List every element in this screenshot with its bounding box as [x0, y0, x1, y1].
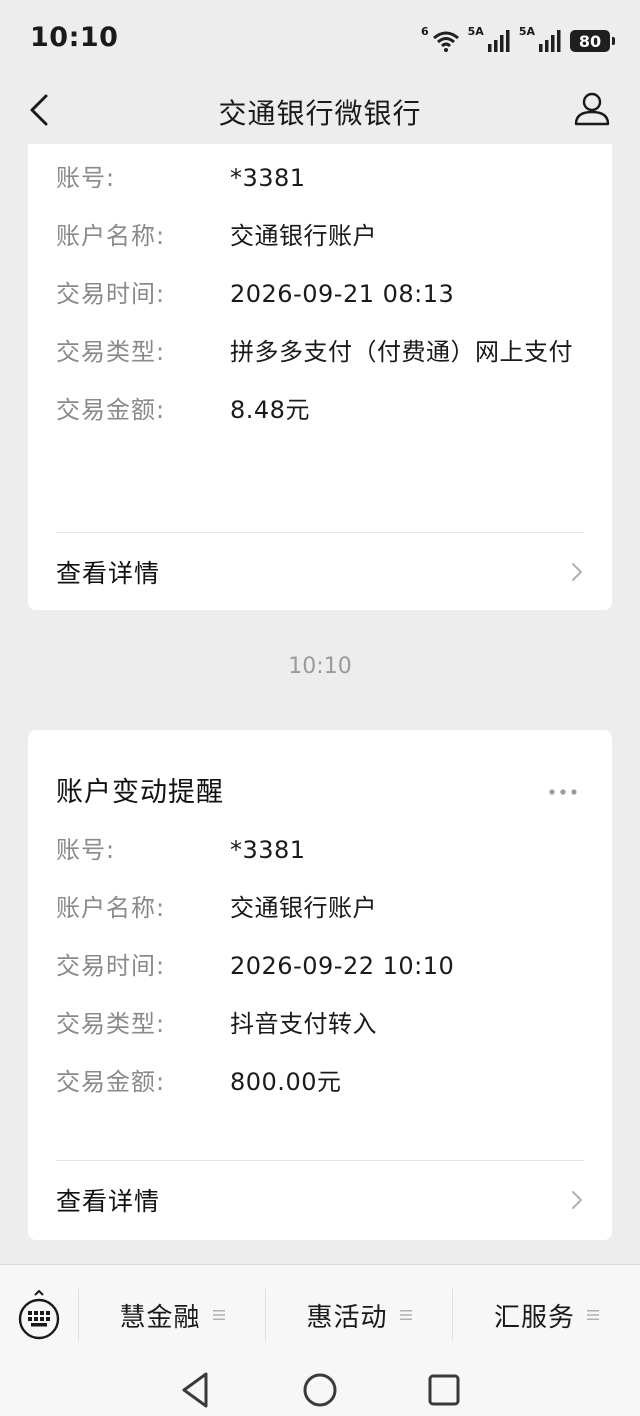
hamburger-icon: [587, 1310, 599, 1320]
info-row: 交易金额: 800.00元: [56, 1066, 584, 1098]
row-label: 交易类型:: [56, 338, 166, 366]
row-value: *3381: [230, 164, 306, 192]
status-time: 10:10: [30, 22, 119, 53]
row-value: 拼多多支付（付费通）网上支付: [230, 338, 573, 366]
nav-home-icon[interactable]: [300, 1370, 340, 1410]
nav-bar: 交通银行微银行: [0, 78, 640, 144]
wifi-label: 6: [421, 25, 429, 38]
info-row: 交易类型: 拼多多支付（付费通）网上支付: [56, 336, 584, 368]
signal1-label: 5A: [467, 25, 484, 38]
row-value: 2026-09-21 08:13: [230, 280, 455, 308]
row-label: 账号:: [56, 836, 116, 864]
row-value: 800.00元: [230, 1068, 342, 1096]
view-details-button[interactable]: 查看详情: [28, 533, 612, 611]
row-value: 抖音支付转入: [230, 1010, 377, 1038]
notification-card: 账号: *3381 账户名称: 交通银行账户 交易时间: 2026-09-21 …: [28, 144, 612, 610]
row-label: 账户名称:: [56, 222, 166, 250]
notification-card: 账户变动提醒 账号: *3381 账户名称: 交通银行账户 交易时间: 2026…: [28, 730, 612, 1240]
menu-item-label: 慧金融: [119, 1302, 201, 1333]
signal-icon: [487, 30, 510, 52]
info-row: 账户名称: 交通银行账户: [56, 892, 584, 924]
menu-item-activities[interactable]: 惠活动: [265, 1289, 452, 1341]
view-details-label: 查看详情: [56, 1187, 161, 1216]
info-row: 账号: *3381: [56, 834, 584, 866]
wifi-icon: [432, 31, 459, 52]
signal2-label: 5A: [518, 25, 535, 38]
card-rows: 账号: *3381 账户名称: 交通银行账户 交易时间: 2026-09-21 …: [56, 162, 584, 452]
keyboard-icon[interactable]: [14, 1289, 64, 1341]
info-row: 交易时间: 2026-09-21 08:13: [56, 278, 584, 310]
signal-icon: [539, 30, 561, 52]
row-label: 交易金额:: [56, 1068, 166, 1096]
page-title: 交通银行微银行: [218, 97, 422, 130]
battery-icon: 80: [570, 30, 615, 52]
system-nav-bar: [0, 1364, 640, 1416]
row-label: 交易类型:: [56, 1010, 166, 1038]
bottom-menu: 慧金融 惠活动 汇服务: [0, 1264, 640, 1364]
row-label: 账户名称:: [56, 894, 166, 922]
info-row: 交易类型: 抖音支付转入: [56, 1008, 584, 1040]
card-rows: 账号: *3381 账户名称: 交通银行账户 交易时间: 2026-09-22 …: [56, 834, 584, 1124]
info-row: 账户名称: 交通银行账户: [56, 220, 584, 252]
hamburger-icon: [212, 1310, 225, 1320]
chevron-right-icon: [572, 563, 582, 581]
row-label: 交易时间:: [56, 280, 166, 308]
menu-item-services[interactable]: 汇服务: [452, 1289, 640, 1341]
status-icons: 6 5A 5A 80: [421, 25, 615, 52]
row-value: 交通银行账户: [230, 894, 377, 922]
message-list[interactable]: 账号: *3381 账户名称: 交通银行账户 交易时间: 2026-09-21 …: [0, 144, 640, 1264]
hamburger-icon: [399, 1310, 412, 1320]
row-label: 交易时间:: [56, 952, 166, 980]
menu-item-label: 汇服务: [493, 1302, 575, 1333]
nav-back-icon[interactable]: [176, 1370, 216, 1410]
nav-recents-icon[interactable]: [424, 1370, 464, 1410]
row-label: 账号:: [56, 164, 116, 192]
menu-item-label: 惠活动: [306, 1302, 388, 1333]
menu-item-finance[interactable]: 慧金融: [78, 1289, 265, 1341]
battery-level: 80: [578, 31, 602, 51]
chevron-right-icon: [572, 1191, 582, 1209]
info-row: 交易时间: 2026-09-22 10:10: [56, 950, 584, 982]
row-label: 交易金额:: [56, 396, 166, 424]
row-value: 交通银行账户: [230, 222, 377, 250]
info-row: 账号: *3381: [56, 162, 584, 194]
profile-icon[interactable]: [572, 88, 612, 128]
more-icon[interactable]: [548, 788, 578, 796]
status-bar: 10:10 6 5A 5A 80: [0, 0, 640, 78]
message-timestamp: 10:10: [288, 654, 352, 679]
row-value: 8.48元: [230, 396, 310, 424]
card-title: 账户变动提醒: [56, 777, 224, 808]
view-details-button[interactable]: 查看详情: [28, 1161, 612, 1239]
row-value: *3381: [230, 836, 306, 864]
info-row: 交易金额: 8.48元: [56, 394, 584, 426]
view-details-label: 查看详情: [56, 559, 161, 588]
row-value: 2026-09-22 10:10: [230, 952, 455, 980]
